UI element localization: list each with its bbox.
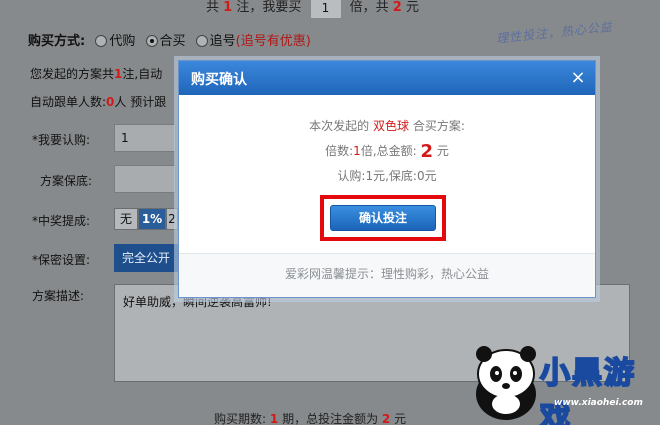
purchase-confirm-dialog: 购买确认 × 本次发起的 双色球 合买方案: 倍数:1倍,总金额: 2 元 认购…: [178, 60, 596, 298]
bet-unit: 元: [405, 0, 419, 15]
periods-summary: 购买期数: 1 期，总投注金额为 2 元: [214, 410, 406, 425]
bet-note-count: 1: [223, 0, 233, 15]
lottery-order-page: 共 1 注，我要买 1 倍，共 2 元 购买方式: 代购 合买 追号(追号有优惠…: [0, 0, 660, 425]
secret-public-button[interactable]: 完全公开: [114, 244, 178, 272]
periods-count: 1: [269, 412, 279, 425]
commission-none[interactable]: 无: [114, 208, 138, 230]
secret-label: *保密设置:: [32, 253, 91, 267]
promo-note: (追号有优惠): [235, 34, 311, 49]
periods-amount: 2: [381, 412, 391, 425]
bet-mid-text: 注，我要买: [236, 0, 302, 15]
panda-logo-icon: [476, 346, 536, 420]
periods-mid: 期，总投注金额为: [282, 412, 379, 425]
dialog-line-amount: 倍数:1倍,总金额: 2 元: [179, 141, 595, 162]
buy-mode-label: 购买方式:: [28, 34, 86, 49]
dialog-line-subscribe: 认购:1元,保底:0元: [337, 169, 437, 183]
follow-info-prefix: 自动跟单人数:: [30, 95, 107, 109]
plan-count-info: 您发起的方案共1注,自动: [30, 65, 162, 82]
dialog-header: 购买确认 ×: [179, 61, 595, 95]
auto-follow-info: 自动跟单人数:0人 预计跟: [30, 93, 166, 110]
plan-info-prefix: 您发起的方案共: [30, 67, 115, 81]
periods-unit: 元: [394, 412, 407, 425]
multiple-value: 1: [353, 144, 361, 158]
bet-summary-line: 共 1 注，我要买 1 倍，共 2 元: [206, 0, 419, 19]
plan-prefix: 本次发起的: [309, 119, 370, 133]
watermark-text: 小黑游戏: [539, 355, 636, 425]
dialog-line-plan: 本次发起的 双色球 合买方案:: [179, 117, 595, 134]
close-icon[interactable]: ×: [567, 67, 589, 89]
commission-2pct[interactable]: 2: [166, 208, 178, 230]
total-unit: 元: [436, 144, 449, 158]
lottery-name: 双色球: [372, 119, 409, 133]
option-zhuihao[interactable]: 追号: [210, 34, 236, 49]
plan-info-suffix: 注,自动: [122, 67, 163, 81]
commission-label: *中奖提成:: [32, 214, 91, 228]
times-input[interactable]: 1: [309, 0, 342, 19]
radio-zhuihao[interactable]: [195, 35, 208, 47]
radio-hemai[interactable]: [145, 35, 158, 47]
watermark-url: www.xiaohei.com: [554, 398, 643, 408]
total-prefix: 倍,总金额:: [360, 144, 417, 158]
bet-mid-text-2: 倍，共: [349, 0, 389, 15]
subscribe-label: *我要认购:: [32, 133, 91, 147]
option-hemai[interactable]: 合买: [160, 34, 186, 49]
bet-prefix: 共: [206, 0, 220, 15]
periods-prefix: 购买期数:: [214, 412, 267, 425]
option-daigou[interactable]: 代购: [109, 34, 135, 49]
guarantee-label: 方案保底:: [40, 174, 93, 188]
site-watermark: 小黑游戏 www.xiaohei.com: [468, 330, 660, 425]
follow-info-suffix: 人 预计跟: [114, 95, 167, 109]
confirm-bet-button[interactable]: 确认投注: [330, 205, 436, 231]
confirm-highlight-frame: 确认投注: [320, 195, 446, 241]
multiple-prefix: 倍数:: [325, 144, 354, 158]
commission-1pct[interactable]: 1%: [138, 208, 166, 230]
bet-amount: 2: [392, 0, 402, 15]
radio-daigou[interactable]: [95, 35, 108, 47]
total-amount: 2: [420, 141, 434, 162]
plan-suffix: 合买方案:: [412, 119, 465, 133]
subscribe-input[interactable]: 1: [114, 124, 176, 152]
buy-mode-row: 购买方式: 代购 合买 追号(追号有优惠): [28, 30, 311, 49]
desc-label: 方案描述:: [32, 289, 85, 303]
guarantee-input[interactable]: [114, 165, 176, 193]
slogan-text: 理性投注，热心公益: [495, 19, 614, 46]
dialog-title: 购买确认: [191, 72, 247, 88]
dialog-footer-tip: 爱彩网温馨提示：理性购彩，热心公益: [179, 253, 595, 297]
